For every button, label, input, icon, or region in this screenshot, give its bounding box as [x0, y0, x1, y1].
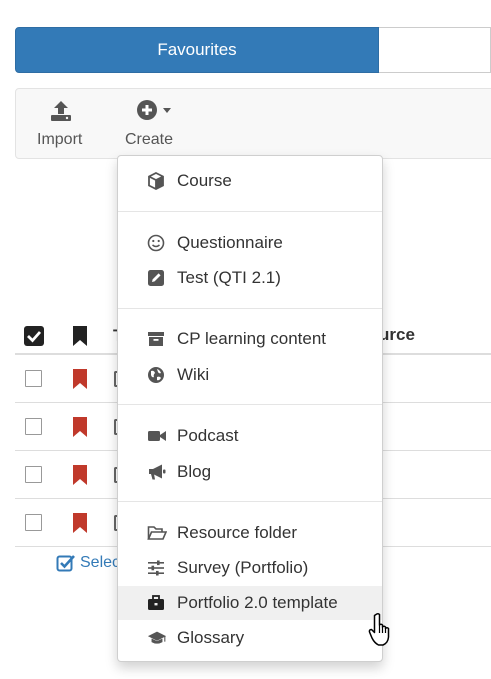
briefcase-icon [147, 593, 167, 613]
tab-favourites[interactable]: Favourites [15, 27, 379, 73]
tab-bar: Favourites [15, 27, 491, 73]
bullhorn-icon [147, 462, 167, 482]
menu-divider [118, 404, 382, 405]
bookmark-icon[interactable] [72, 368, 88, 395]
check-icon [27, 331, 42, 343]
archive-icon [147, 329, 167, 349]
create-label: Create [125, 131, 174, 148]
menu-item-label: Test (QTI 2.1) [177, 268, 281, 287]
menu-divider [118, 211, 382, 212]
select-all-link[interactable]: Selec [56, 553, 120, 573]
menu-item-label: Resource folder [177, 523, 298, 542]
menu-divider [118, 308, 382, 309]
folder-open-icon [147, 523, 167, 543]
bookmark-column-icon [72, 325, 88, 352]
menu-item-label: Questionnaire [177, 233, 283, 252]
menu-item-questionnaire[interactable]: Questionnaire [118, 226, 382, 260]
menu-item-label: Wiki [177, 365, 210, 384]
edit-icon [147, 268, 167, 288]
toolbar: Import Create [15, 88, 491, 159]
create-button[interactable]: Create [124, 89, 176, 158]
sliders-icon [147, 558, 167, 578]
menu-item-cp-learning-content[interactable]: CP learning content [118, 322, 382, 356]
row-checkbox[interactable] [25, 514, 42, 531]
select-all-label: Selec [80, 554, 121, 571]
menu-item-label: Podcast [177, 426, 239, 445]
import-label: Import [37, 131, 83, 148]
checkbox-checked-icon [56, 555, 75, 572]
row-checkbox[interactable] [25, 370, 42, 387]
cube-icon [147, 171, 167, 191]
menu-item-test-qti[interactable]: Test (QTI 2.1) [118, 261, 382, 295]
menu-item-survey-portfolio[interactable]: Survey (Portfolio) [118, 551, 382, 585]
bookmark-icon[interactable] [72, 512, 88, 539]
menu-item-label: CP learning content [177, 329, 327, 348]
upload-icon [49, 99, 73, 128]
graduation-cap-icon [147, 628, 167, 648]
video-camera-icon [147, 426, 167, 446]
plus-circle-icon [136, 99, 180, 128]
source-column-header[interactable]: urce [379, 325, 415, 345]
import-button[interactable]: Import [34, 89, 88, 158]
tab-next[interactable] [379, 27, 491, 73]
menu-item-wiki[interactable]: Wiki [118, 358, 382, 392]
bookmark-icon[interactable] [72, 464, 88, 491]
menu-item-course[interactable]: Course [118, 164, 382, 198]
menu-item-label: Blog [177, 462, 212, 481]
menu-item-label: Survey (Portfolio) [177, 558, 309, 577]
globe-icon [147, 365, 167, 385]
menu-item-label: Course [177, 171, 232, 190]
smiley-icon [147, 233, 167, 253]
menu-item-label: Glossary [177, 628, 245, 647]
tab-favourites-label: Favourites [157, 40, 237, 59]
menu-item-glossary[interactable]: Glossary [118, 621, 382, 655]
menu-item-label: Portfolio 2.0 template [177, 593, 338, 612]
menu-item-portfolio-template[interactable]: Portfolio 2.0 template [118, 586, 382, 620]
menu-divider [118, 501, 382, 502]
menu-item-resource-folder[interactable]: Resource folder [118, 516, 382, 550]
menu-item-podcast[interactable]: Podcast [118, 419, 382, 453]
menu-item-blog[interactable]: Blog [118, 455, 382, 489]
create-dropdown-menu: Course Questionnaire Test (QTI 2.1) CP l… [117, 155, 383, 662]
hand-pointer-cursor-icon [368, 612, 394, 653]
row-checkbox[interactable] [25, 466, 42, 483]
bookmark-icon[interactable] [72, 416, 88, 443]
select-all-checkbox[interactable] [24, 326, 44, 346]
row-checkbox[interactable] [25, 418, 42, 435]
caret-down-icon [163, 108, 171, 113]
